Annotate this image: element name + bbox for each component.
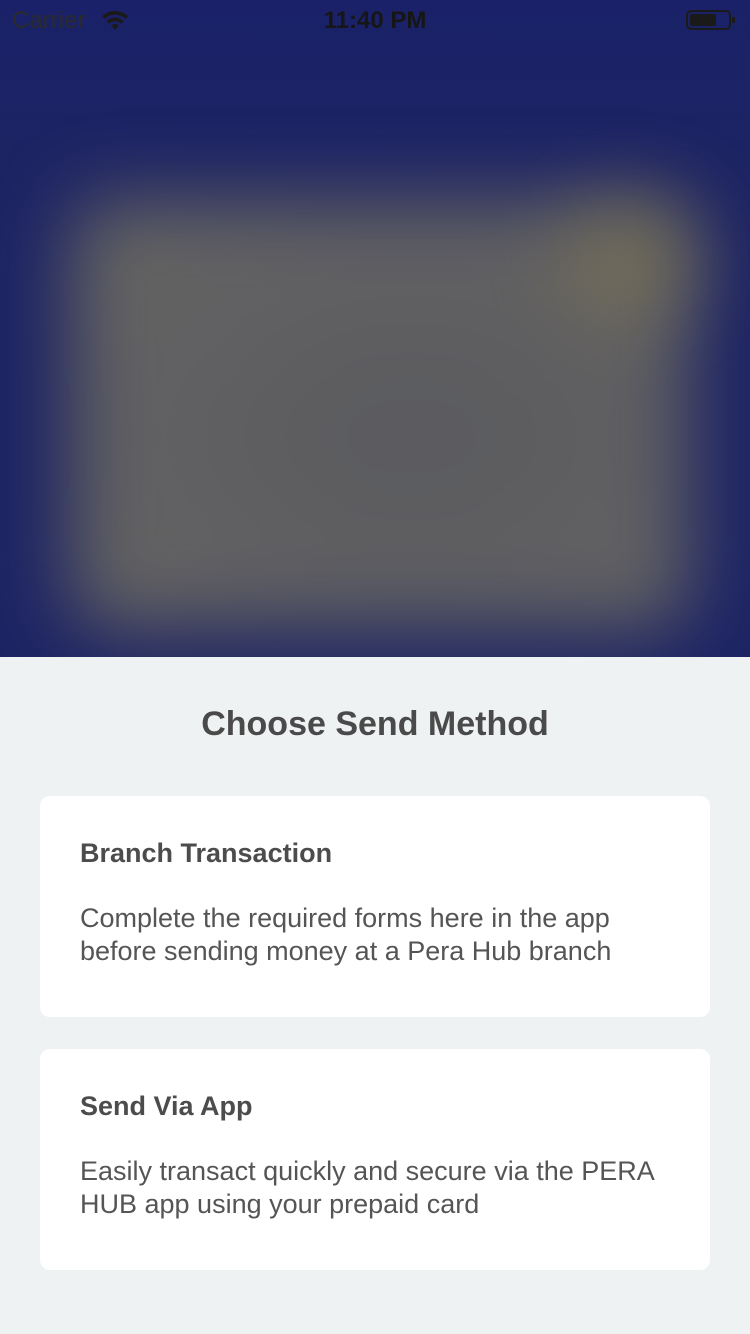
- option-title: Send Via App: [80, 1091, 253, 1121]
- status-bar: Carrier 11:40 PM: [0, 0, 750, 40]
- screen: Carrier 11:40 PM Choose Send Method Bran…: [0, 0, 750, 1334]
- send-via-app-option[interactable]: Send Via App Easily transact quickly and…: [40, 1049, 710, 1270]
- status-time: 11:40 PM: [323, 7, 427, 34]
- blurred-background[interactable]: [0, 0, 750, 657]
- option-description: Complete the required forms here in the …: [80, 903, 612, 966]
- sheet-title: Choose Send Method: [201, 705, 549, 743]
- battery-icon: [686, 10, 735, 30]
- option-title: Branch Transaction: [80, 838, 333, 868]
- blurred-highlight: [560, 200, 700, 320]
- option-description: Easily transact quickly and secure via t…: [80, 1156, 654, 1219]
- send-method-sheet: Choose Send Method Branch Transaction Co…: [0, 657, 750, 1334]
- branch-transaction-option[interactable]: Branch Transaction Complete the required…: [40, 796, 710, 1017]
